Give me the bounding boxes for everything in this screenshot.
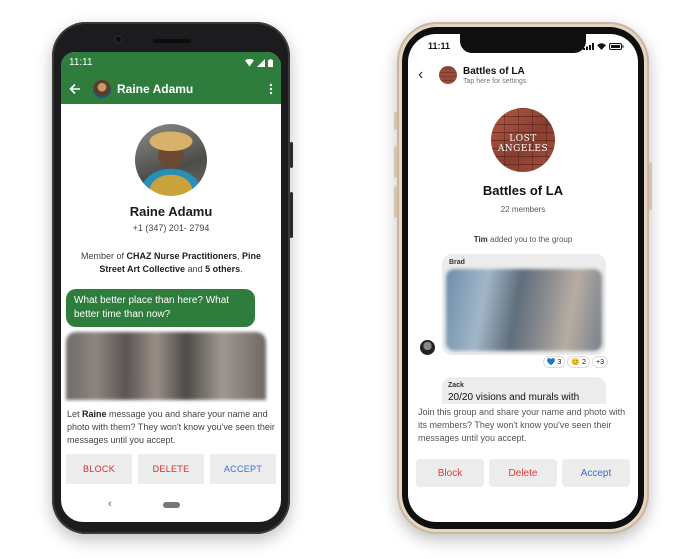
reaction-heart[interactable]: 💙 3	[542, 356, 566, 368]
reaction-more[interactable]: +3	[592, 356, 608, 368]
membership-suffix: .	[240, 264, 243, 274]
android-screen: 11:11 Raine Adamu Raine Adamu +1 (347) 2…	[61, 52, 281, 522]
battery-icon	[609, 42, 624, 50]
request-prompt: Join this group and share your name and …	[418, 407, 626, 443]
group-avatar-text: LOST ANGELES	[497, 134, 549, 154]
group-avatar-large: LOST ANGELES	[491, 108, 555, 172]
reactions: 💙 3 😊 2 +3	[542, 356, 608, 368]
reaction-smile[interactable]: 😊 2	[567, 356, 591, 368]
membership-others: 5 others	[205, 264, 241, 274]
group-title[interactable]: Battles of LA	[463, 66, 526, 77]
blurred-image-message	[66, 332, 266, 400]
reaction-count: 2	[582, 358, 587, 366]
delete-button[interactable]: Delete	[489, 459, 557, 487]
iphone: 11:11 ‹ Battles of LA Tap here for setti…	[394, 22, 652, 534]
mute-switch	[394, 112, 397, 130]
message-sender: Brad	[449, 259, 465, 266]
event-text: added you to the group	[487, 235, 573, 244]
membership-group-1: CHAZ Nurse Practitioners	[126, 251, 237, 261]
membership-text: Member of CHAZ Nurse Practitioners, Pine…	[73, 250, 269, 276]
delete-button[interactable]: DELETE	[138, 454, 204, 484]
group-settings-hint[interactable]: Tap here for settings	[463, 78, 526, 85]
membership-and: and	[185, 264, 206, 274]
text-message: Zack 20/20 visions and murals with	[442, 377, 606, 404]
volume-down-button	[394, 186, 397, 218]
android-phone: 11:11 Raine Adamu Raine Adamu +1 (347) 2…	[52, 22, 293, 534]
reaction-emoji: 😊	[571, 359, 581, 366]
group-name: Battles of LA	[482, 183, 564, 198]
contact-name: Raine Adamu	[129, 204, 213, 219]
accept-button[interactable]: ACCEPT	[210, 454, 276, 484]
battery-icon	[268, 58, 273, 67]
earpiece-speaker	[153, 39, 191, 43]
iphone-screen: 11:11 ‹ Battles of LA Tap here for setti…	[408, 34, 638, 522]
more-vert-icon[interactable]	[269, 83, 273, 95]
reaction-emoji: 💙	[546, 359, 556, 366]
request-prompt: Let Raine message you and share your nam…	[67, 408, 275, 447]
front-camera	[114, 35, 123, 44]
message-bubble: What better place than here? What better…	[66, 289, 255, 327]
image-message: Brad 💙 3 😊 2 +3	[420, 254, 608, 368]
contact-avatar-large	[135, 124, 207, 196]
message-body: 20/20 visions and murals with	[448, 392, 580, 403]
contact-phone: +1 (347) 201- 2794	[132, 223, 210, 233]
sender-avatar[interactable]	[420, 340, 435, 355]
block-button[interactable]: BLOCK	[66, 454, 132, 484]
back-chevron-icon[interactable]: ‹	[418, 66, 434, 84]
prompt-prefix: Let	[67, 409, 83, 419]
block-button[interactable]: Block	[416, 459, 484, 487]
volume-button	[290, 192, 293, 238]
reaction-count: +3	[596, 358, 604, 366]
request-actions: BLOCK DELETE ACCEPT	[66, 454, 276, 484]
notch	[460, 34, 586, 53]
group-event: Tim added you to the group	[408, 235, 638, 244]
power-button	[290, 142, 293, 168]
nav-home-pill[interactable]	[163, 502, 180, 508]
side-button	[649, 162, 652, 210]
event-actor: Tim	[473, 235, 488, 244]
back-arrow-icon[interactable]	[69, 83, 81, 95]
reaction-count: 3	[557, 358, 562, 366]
contact-avatar-small[interactable]	[93, 79, 111, 98]
blurred-photo	[446, 269, 602, 351]
status-time: 11:11	[69, 57, 93, 68]
nav-back-icon[interactable]: ‹	[108, 498, 112, 510]
group-member-count: 22 members	[500, 205, 546, 214]
navigation-bar: ‹	[61, 498, 281, 512]
request-actions: Block Delete Accept	[416, 459, 630, 487]
contact-title[interactable]: Raine Adamu	[117, 82, 269, 96]
app-bar: Raine Adamu	[61, 73, 281, 104]
wifi-icon	[597, 42, 606, 50]
status-bar: 11:11	[61, 52, 281, 73]
accept-button[interactable]: Accept	[562, 459, 630, 487]
wifi-icon	[245, 58, 254, 67]
signal-icon	[257, 58, 265, 67]
message-sender: Zack	[448, 382, 464, 389]
prompt-name: Raine	[82, 409, 107, 419]
chat-header[interactable]: ‹ Battles of LA Tap here for settings	[408, 58, 638, 92]
membership-prefix: Member of	[80, 251, 127, 261]
group-avatar-small[interactable]	[439, 66, 457, 84]
volume-up-button	[394, 146, 397, 178]
